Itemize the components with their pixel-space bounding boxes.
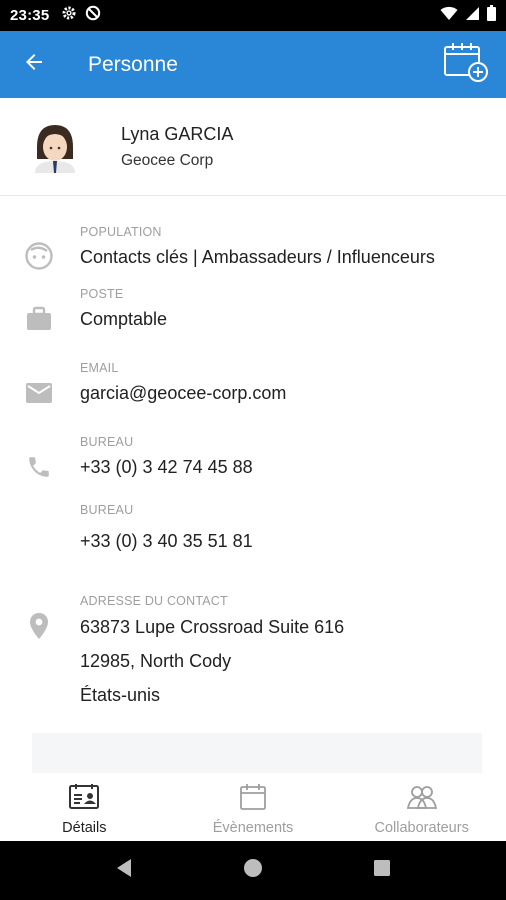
status-time: 23:35 [10,7,50,24]
calendar-add-icon [443,41,489,88]
tab-collaborators[interactable]: Collaborateurs [337,773,506,841]
contact-card-icon [68,783,100,816]
poste-label: POSTE [80,287,124,301]
system-recents-button[interactable] [362,851,402,891]
email-label: EMAIL [80,361,119,375]
address-line-2: 12985, North Cody [80,651,232,671]
tab-collaborators-label: Collaborateurs [374,820,469,836]
page-title: Personne [88,52,178,76]
arrow-back-icon [22,50,46,79]
tab-events-label: Évènements [212,820,294,836]
add-event-button[interactable] [442,41,490,89]
people-icon [406,783,438,816]
cellular-signal-icon [465,6,480,26]
back-triangle-icon [115,858,133,883]
system-back-button[interactable] [104,851,144,891]
do-not-disturb-icon [85,5,101,26]
email-icon [24,378,54,408]
avatar [31,121,79,173]
system-navigation-bar [0,841,506,900]
email-value[interactable]: garcia@geocee-corp.com [80,383,286,404]
contact-company: Geocee Corp [121,151,214,169]
poste-value: Comptable [80,309,168,329]
address-line-1: 63873 Lupe Crossroad Suite 616 [80,617,345,637]
tab-details-label: Détails [62,820,107,836]
phone-label-2: BUREAU [80,503,134,517]
profile-header: Lyna GARCIA Geocee Corp [0,98,506,196]
address-label: ADRESSE DU CONTACT [80,594,228,608]
content-footer-placeholder [32,733,482,773]
tab-details[interactable]: Détails [0,773,169,841]
battery-icon [487,5,496,26]
population-value: Contacts clés | Ambassadeurs / Influence… [80,247,435,267]
phone-label-1: BUREAU [80,435,134,449]
back-button[interactable] [4,31,64,98]
tab-events[interactable]: Évènements [169,773,338,841]
calendar-icon [239,783,267,816]
app-bar: Personne [0,31,506,98]
status-bar: 23:35 [0,0,506,31]
home-circle-icon [243,858,263,883]
wifi-icon [440,6,458,26]
phone-value-1[interactable]: +33 (0) 3 42 74 45 88 [80,457,253,478]
system-home-button[interactable] [233,851,273,891]
gear-icon [61,5,77,26]
population-label: POPULATION [80,225,162,239]
phone-value-2[interactable]: +33 (0) 3 40 35 51 81 [80,531,253,552]
bottom-navigation: Détails Évènements Collaborateurs [0,773,506,841]
location-pin-icon [24,611,54,641]
contact-name: Lyna GARCIA [121,123,234,144]
phone-icon [24,452,54,482]
address-line-3: États-unis [80,685,161,705]
briefcase-icon [24,304,54,334]
recents-square-icon [373,859,391,882]
face-icon [24,241,54,271]
